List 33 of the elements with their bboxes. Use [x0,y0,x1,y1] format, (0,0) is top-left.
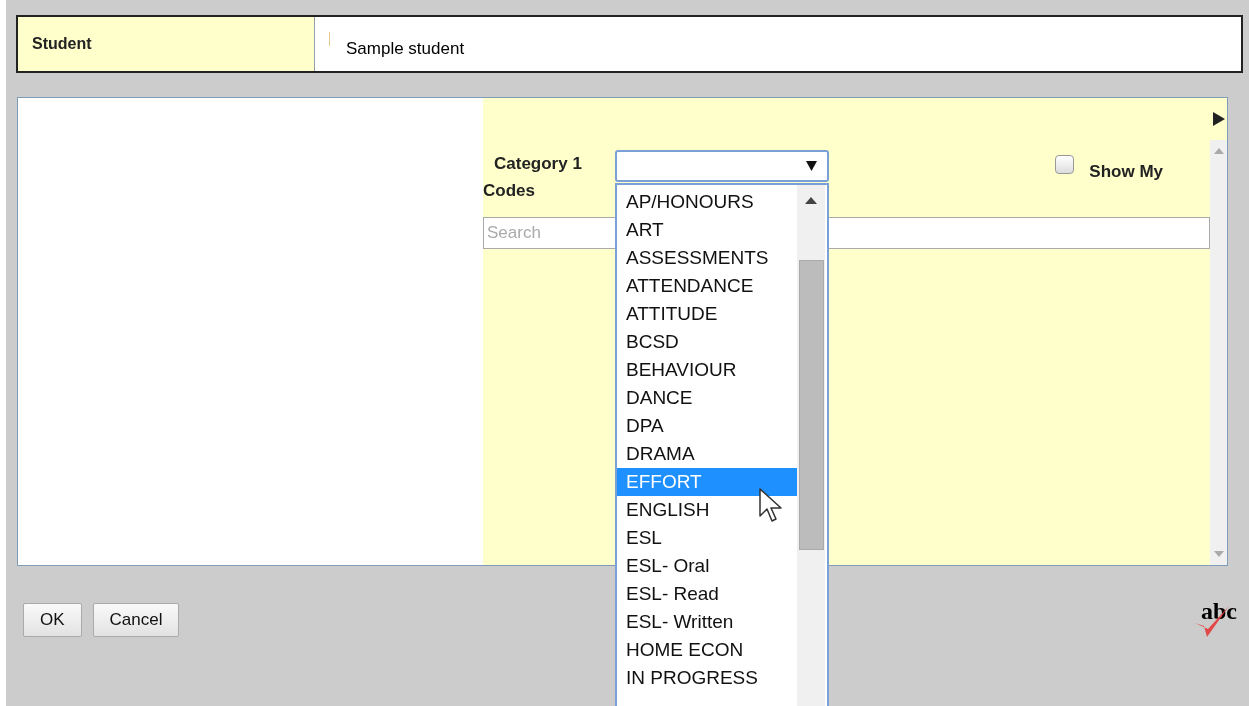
dropdown-option[interactable]: DANCE [617,384,797,412]
field-value: Sample student [346,37,465,60]
dropdown-option[interactable]: HOME ECON [617,636,797,664]
category-label: Category 1 [493,153,582,175]
dialog-button[interactable]: OK [23,603,82,637]
dropdown-option[interactable]: DRAMA [617,440,797,468]
dialog-button[interactable]: Cancel [92,603,180,637]
dropdown-option[interactable]: BCSD [617,328,797,356]
dropdown-option[interactable]: DPA [617,412,797,440]
dropdown-option[interactable]: ATTITUDE [617,300,797,328]
codes-label: Codes [483,180,535,202]
dropdown-option[interactable]: ESL- Written [617,608,797,636]
dropdown-option[interactable]: ART [617,216,797,244]
category-select[interactable] [615,150,829,182]
field-label: Student [32,34,92,54]
scrollbar[interactable] [1210,140,1227,565]
dropdown-option[interactable]: BEHAVIOUR [617,356,797,384]
dropdown-option[interactable]: IN PROGRESS [617,664,797,692]
dropdown-option[interactable]: ESL- Read [617,580,797,608]
dropdown-option[interactable]: ESL- Oral [617,552,797,580]
checkbox-label: Show My [1089,161,1163,183]
scroll-thumb[interactable] [798,260,824,550]
spellcheck-button[interactable]: abc [1189,597,1237,641]
list-scrollbar[interactable] [797,185,825,706]
expand-arrow-icon[interactable] [1212,112,1225,126]
scroll-up-icon[interactable] [805,197,817,204]
dropdown-option[interactable]: ESL [617,524,797,552]
dropdown-arrow-icon [806,161,817,171]
checkbox[interactable] [1055,155,1075,174]
dropdown-option[interactable]: AP/HONOURS [617,188,797,216]
dropdown-option[interactable]: ATTENDANCE [617,272,797,300]
dropdown-option[interactable]: ENGLISH [617,496,797,524]
scroll-down-icon[interactable] [1213,551,1224,557]
